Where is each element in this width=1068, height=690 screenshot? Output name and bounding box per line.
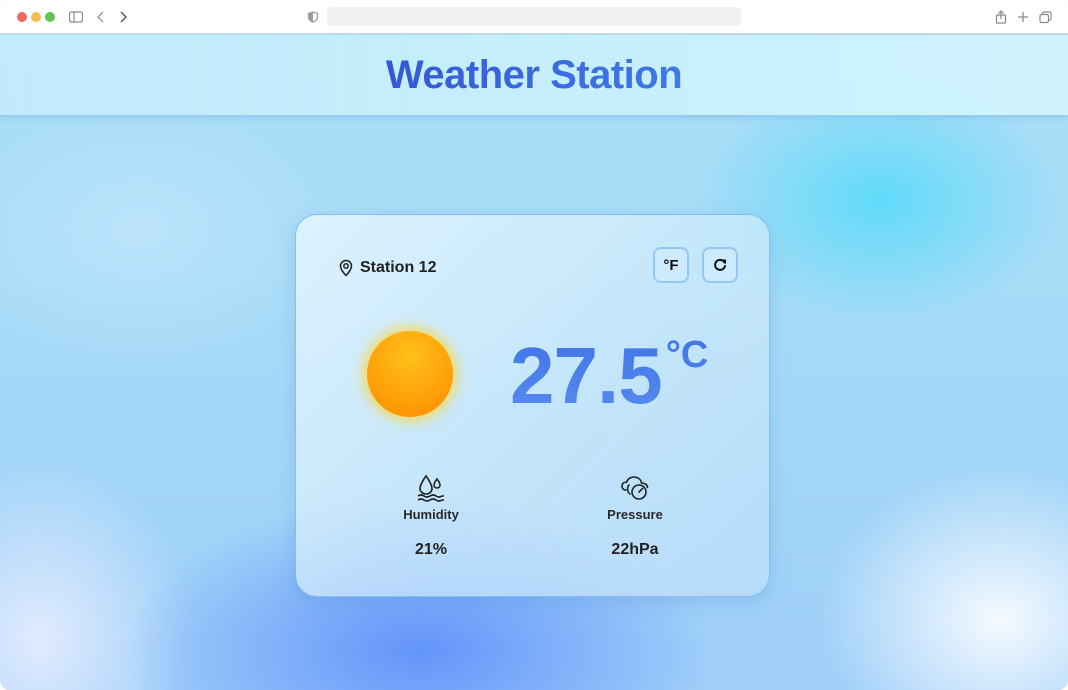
pressure-label: Pressure (607, 507, 663, 522)
humidity-value: 21% (414, 541, 448, 558)
map-pin-icon (339, 259, 353, 277)
close-window-button[interactable] (17, 12, 27, 22)
pressure-value: 22hPa (611, 541, 659, 558)
tabs-overview-icon[interactable] (1039, 8, 1052, 30)
humidity-metric: Humidity 21% (371, 473, 491, 559)
temperature-unit: °C (665, 334, 709, 376)
temperature-display: 27.5 °C (510, 330, 708, 430)
humidity-label: Humidity (403, 507, 459, 522)
refresh-icon (714, 258, 726, 271)
humidity-icon (417, 474, 444, 502)
address-bar[interactable] (327, 7, 741, 26)
chevron-right-icon[interactable] (118, 8, 128, 30)
shield-icon (307, 8, 319, 30)
page-title: Weather Station (385, 52, 683, 97)
pressure-icon (621, 476, 649, 500)
unit-toggle-button[interactable]: °F (653, 247, 689, 283)
temperature-value: 27.5 (510, 331, 662, 420)
browser-toolbar (0, 0, 1068, 34)
browser-window: Weather Station Station 12 °F 27.5 °C Hu… (0, 0, 1068, 690)
share-icon[interactable] (995, 8, 1007, 30)
sidebar-toggle-icon[interactable] (68, 8, 84, 30)
minimize-window-button[interactable] (31, 12, 41, 22)
sun-icon (367, 331, 453, 417)
station-location: Station 12 (338, 257, 436, 279)
page-header: Weather Station (0, 35, 1068, 116)
plus-icon[interactable] (1017, 8, 1029, 30)
station-name: Station 12 (360, 259, 437, 276)
weather-card: Station 12 °F 27.5 °C Humidity 21% Press… (295, 214, 770, 597)
zoom-window-button[interactable] (45, 12, 55, 22)
refresh-button[interactable] (702, 247, 738, 283)
chevron-left-icon[interactable] (96, 8, 106, 30)
pressure-metric: Pressure 22hPa (575, 473, 695, 559)
